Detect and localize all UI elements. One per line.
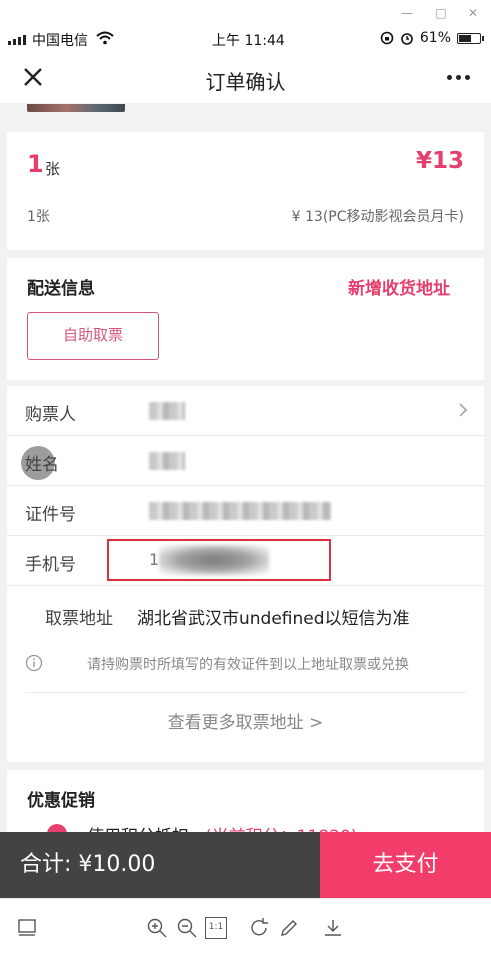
maximize-button[interactable]: □ (430, 4, 452, 22)
actual-size-icon[interactable]: 1:1 (205, 917, 227, 939)
name-row[interactable]: 姓名 (7, 436, 484, 486)
chevron-right-icon (459, 403, 468, 417)
add-address-link[interactable]: 新增收货地址 (348, 274, 450, 299)
redacted-name (149, 452, 185, 470)
name-label: 姓名 (25, 455, 59, 475)
redacted-id-number (149, 502, 331, 520)
pickup-notice: 请持购票时所填写的有效证件到以上地址取票或兑换 (87, 657, 409, 673)
delivery-title: 配送信息 (27, 279, 95, 299)
points-text: 使用积分抵扣 (87, 822, 189, 832)
minimize-button[interactable]: — (396, 4, 418, 22)
id-number-label: 证件号 (25, 505, 76, 525)
edit-icon[interactable] (278, 917, 300, 939)
rotate-icon[interactable] (248, 917, 270, 939)
battery-icon (457, 32, 484, 44)
movie-thumbnail (27, 104, 125, 112)
ticket-count-unit: 张 (45, 160, 61, 178)
status-time: 上午 11:44 (212, 33, 285, 49)
info-icon (25, 654, 43, 672)
ticket-count: 1 (27, 150, 44, 178)
window-close-button[interactable]: ✕ (462, 4, 484, 22)
total-amount: 合计: ¥10.00 (0, 832, 320, 898)
battery-percent: 61% (419, 30, 451, 46)
order-price: ¥13 (415, 148, 464, 174)
pay-button[interactable]: 去支付 (320, 832, 491, 898)
phone-status-bar: 中国电信 上午 11:44 61% (0, 26, 491, 52)
buyer-form-card: 购票人 姓名 证件号 手机号 1 取票地址 湖北省武汉市undefined以短信… (7, 386, 484, 762)
more-pickup-addresses-link[interactable]: 查看更多取票地址 > (7, 708, 484, 733)
promo-card: 优惠促销 使用积分抵扣 (当前积分：11820) (7, 770, 484, 832)
window-titlebar: — □ ✕ (0, 0, 491, 26)
signal-icon (8, 35, 26, 45)
thumbnail-icon[interactable] (16, 917, 38, 939)
redacted-buyer (149, 402, 185, 420)
page-title: 订单确认 (205, 70, 286, 94)
zoom-in-icon[interactable] (146, 917, 168, 939)
delivery-card: 配送信息 新增收货地址 自助取票 (7, 258, 484, 380)
wifi-icon (96, 31, 114, 45)
buyer-label: 购票人 (25, 405, 76, 425)
download-icon[interactable] (322, 917, 344, 939)
divider (25, 692, 466, 693)
order-summary-card: 1 张 ¥13 1张 ¥ 13(PC移动影视会员月卡) (7, 132, 484, 250)
id-number-row[interactable]: 证件号 (7, 486, 484, 536)
self-pickup-button[interactable]: 自助取票 (27, 312, 159, 360)
alarm-icon (401, 33, 413, 45)
pickup-address-value: 湖北省武汉市undefined以短信为准 (137, 609, 410, 629)
pickup-address-label: 取票地址 (45, 609, 113, 629)
quantity-text: 1张 (27, 209, 50, 225)
points-toggle[interactable] (47, 824, 67, 832)
zoom-out-icon[interactable] (176, 917, 198, 939)
buyer-row[interactable]: 购票人 (7, 386, 484, 436)
points-balance: (当前积分：11820) (205, 822, 357, 832)
promo-title: 优惠促销 (27, 791, 95, 811)
lock-rotation-icon (380, 31, 394, 45)
product-price-text: ¥ 13(PC移动影视会员月卡) (291, 209, 464, 225)
order-content: 1 张 ¥13 1张 ¥ 13(PC移动影视会员月卡) 配送信息 新增收货地址 … (0, 104, 491, 832)
nav-header: 订单确认 (0, 52, 491, 104)
checkout-bar: 合计: ¥10.00 去支付 (0, 832, 491, 898)
highlight-box (107, 539, 331, 581)
carrier-name: 中国电信 (32, 33, 88, 49)
more-options-icon[interactable] (443, 64, 473, 90)
viewer-toolbar: 1:1 (0, 898, 491, 959)
phone-row[interactable]: 手机号 1 (7, 536, 484, 586)
phone-label: 手机号 (25, 555, 76, 575)
